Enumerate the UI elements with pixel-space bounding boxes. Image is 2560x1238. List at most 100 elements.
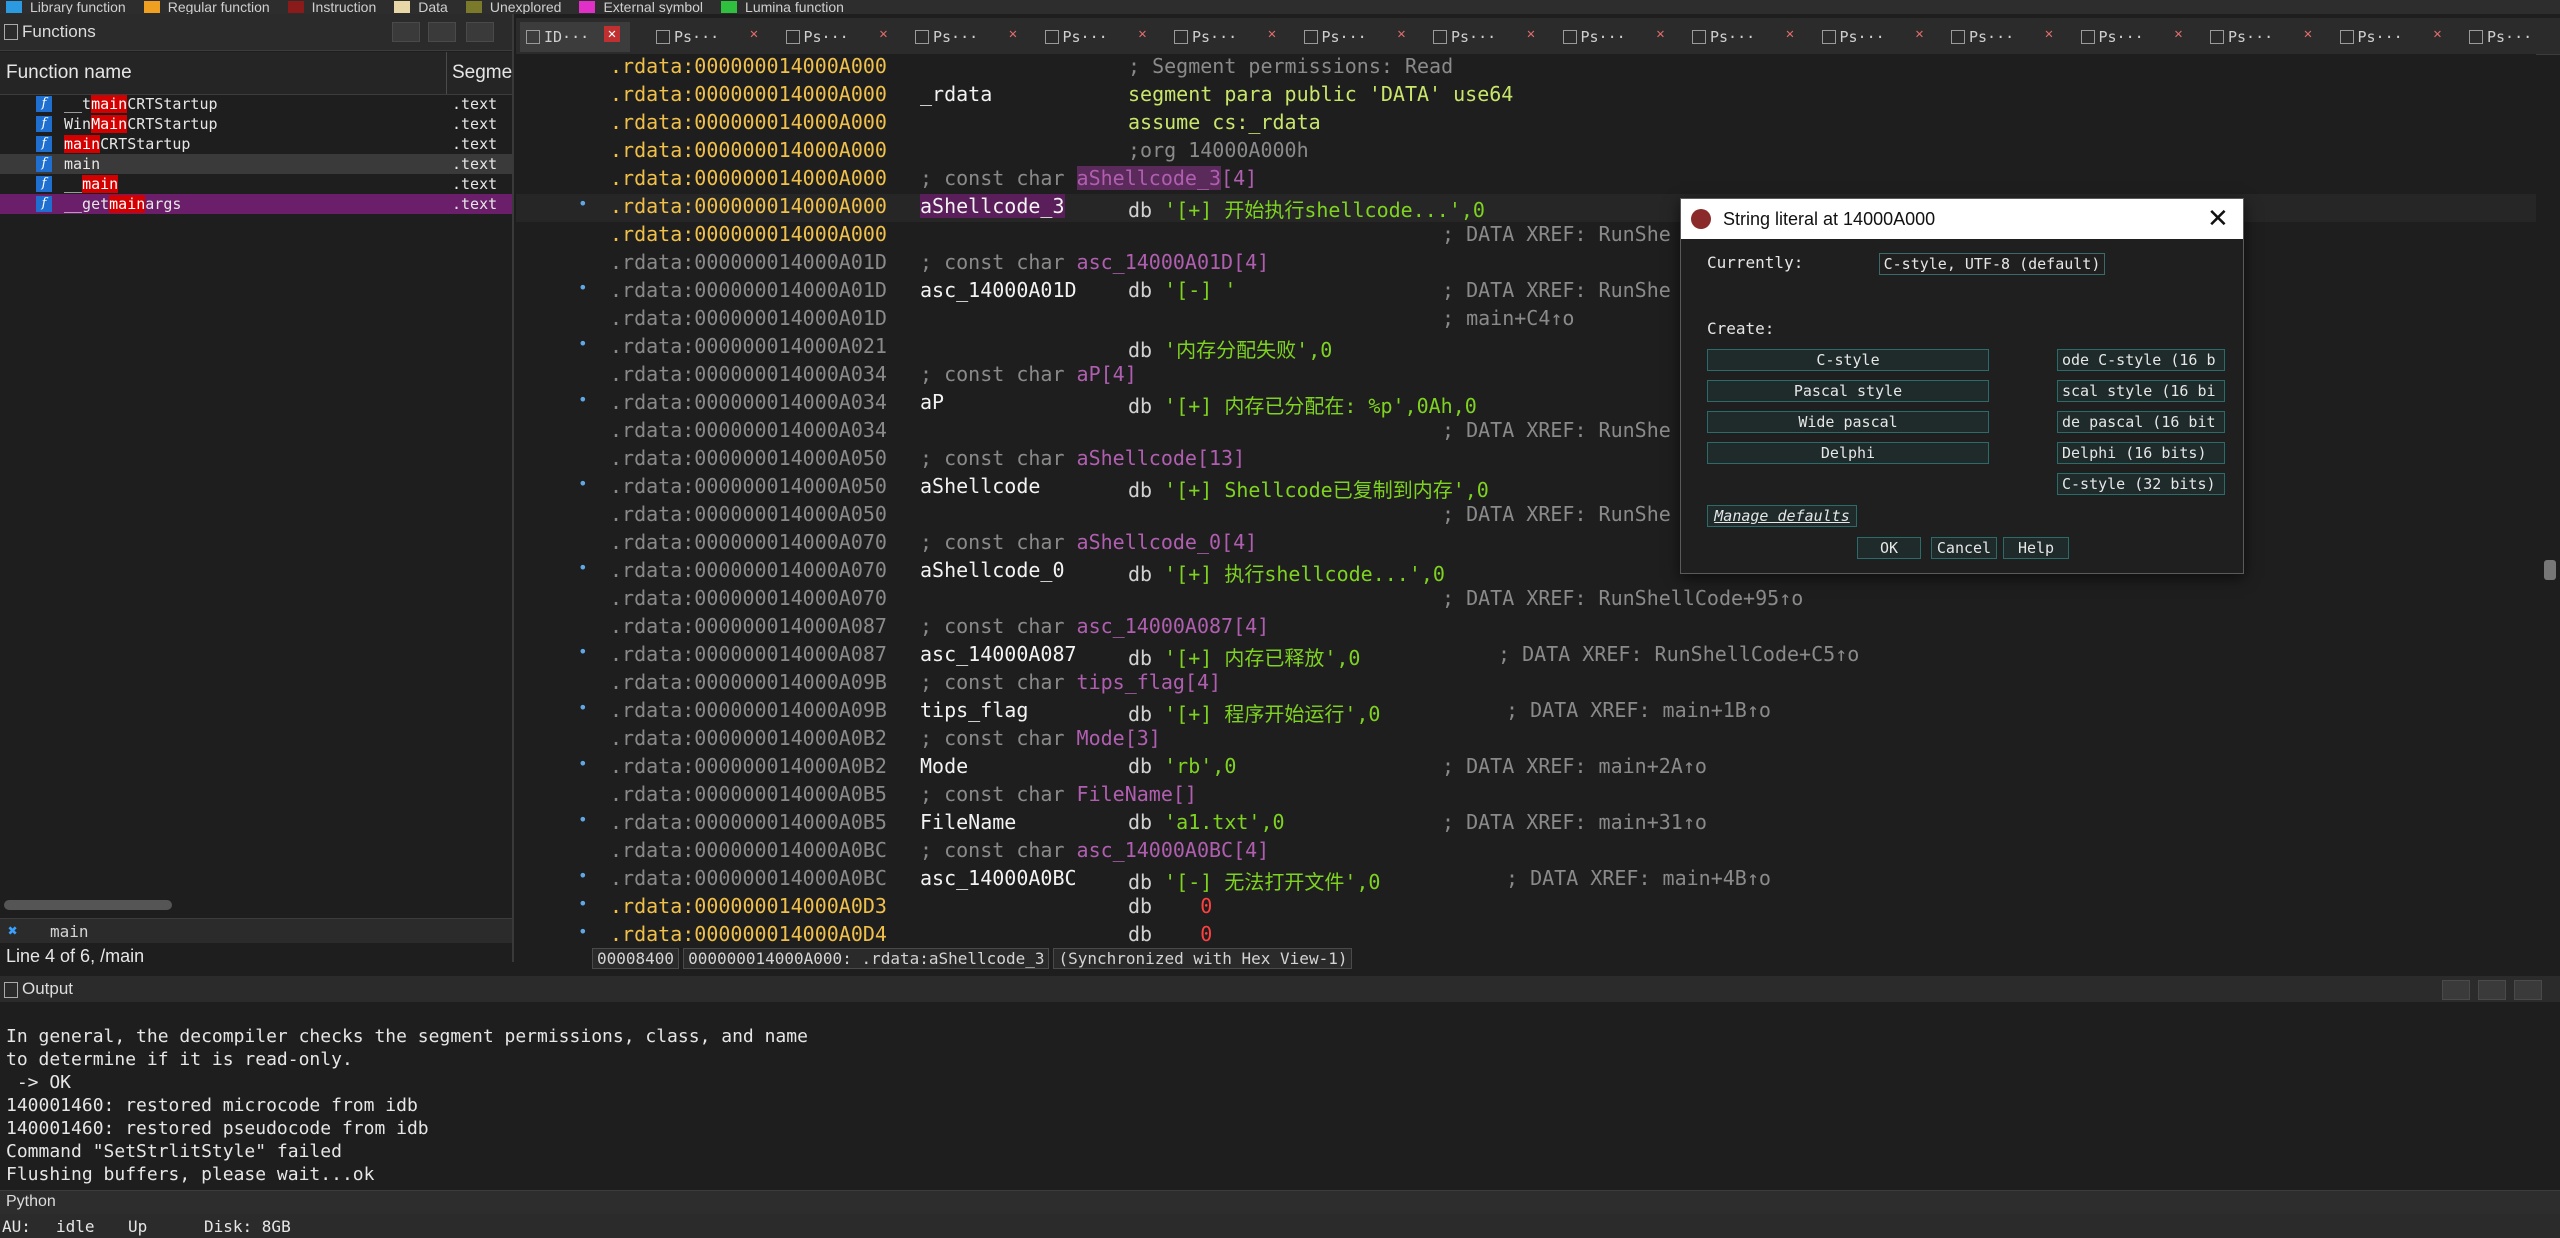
- tab-close-icon[interactable]: ✕: [2300, 26, 2316, 42]
- xref-comment[interactable]: ; DATA XREF: main+1B↑o: [1506, 698, 1771, 722]
- dialog-close-icon[interactable]: ✕: [2207, 203, 2229, 234]
- tab-close-icon[interactable]: ✕: [1653, 26, 1669, 42]
- label[interactable]: aShellcode_0: [920, 558, 1065, 582]
- label[interactable]: aP: [920, 390, 944, 414]
- disasm-line[interactable]: .rdata:000000014000A0B2 ; const char Mode…: [516, 726, 2536, 754]
- tab-close-icon[interactable]: ✕: [1135, 26, 1151, 42]
- manage-defaults-button[interactable]: Manage defaults: [1707, 505, 1857, 527]
- create-wide-2-button[interactable]: de pascal (16 bit: [2057, 411, 2225, 433]
- column-function-name[interactable]: Function name: [6, 62, 132, 84]
- pane-close-button[interactable]: [466, 22, 494, 42]
- view-tab[interactable]: Ps··· ✕: [909, 22, 1029, 52]
- label[interactable]: asc_14000A0BC: [920, 866, 1077, 890]
- create-pascal-style-button[interactable]: Pascal style: [1707, 380, 1989, 402]
- disasm-line[interactable]: • .rdata:000000014000A0B2 Mode db 'rb',0 ; D…: [516, 754, 2536, 782]
- view-tab[interactable]: Ps··· ✕: [2334, 22, 2454, 52]
- xref-comment[interactable]: ; DATA XREF: RunShellCode+C5↑o: [1498, 642, 1859, 666]
- view-tab[interactable]: Ps··· ✕: [1557, 22, 1677, 52]
- column-divider[interactable]: [446, 52, 447, 94]
- xref-comment[interactable]: ; DATA XREF: main+2A↑o: [1442, 754, 1707, 778]
- help-button[interactable]: Help: [2003, 537, 2069, 559]
- functions-hscrollbar[interactable]: [4, 900, 172, 910]
- label[interactable]: FileName: [920, 810, 1016, 834]
- xref-comment[interactable]: ; DATA XREF: RunShe: [1442, 222, 1671, 246]
- disasm-line[interactable]: .rdata:000000014000A000 _rdata segment par…: [516, 82, 2536, 110]
- disasm-line[interactable]: .rdata:000000014000A0BC ; const char asc_…: [516, 838, 2536, 866]
- output-float-button[interactable]: [2442, 980, 2470, 1000]
- function-row[interactable]: f main .text: [0, 154, 512, 174]
- column-segment[interactable]: Segme: [452, 62, 512, 84]
- tab-close-icon[interactable]: ✕: [1264, 26, 1280, 42]
- disasm-line[interactable]: • .rdata:000000014000A087 asc_14000A087 db …: [516, 642, 2536, 670]
- create-wide-pascal-button[interactable]: Wide pascal: [1707, 411, 1989, 433]
- view-tab[interactable]: Ps··· ✕: [2204, 22, 2324, 52]
- xref-comment[interactable]: ; DATA XREF: RunShe: [1442, 502, 1671, 526]
- output-close-button[interactable]: [2514, 980, 2542, 1000]
- tab-close-icon[interactable]: ✕: [746, 26, 762, 42]
- tab-close-icon[interactable]: ✕: [1523, 26, 1539, 42]
- disasm-line[interactable]: • .rdata:000000014000A09B tips_flag db '[+]…: [516, 698, 2536, 726]
- view-tab[interactable]: Ps··· ✕: [1039, 22, 1159, 52]
- label[interactable]: Mode: [920, 754, 968, 778]
- label[interactable]: tips_flag: [920, 698, 1028, 722]
- view-tab[interactable]: Ps··· ✕: [650, 22, 770, 52]
- close-filter-icon[interactable]: ✖: [8, 921, 18, 940]
- filter-text[interactable]: main: [50, 922, 89, 941]
- output-dock-button[interactable]: [2478, 980, 2506, 1000]
- pane-float-button[interactable]: [392, 22, 420, 42]
- disasm-line[interactable]: .rdata:000000014000A070 ; DATA XREF: RunS…: [516, 586, 2536, 614]
- view-tab[interactable]: Ps··· ✕: [1686, 22, 1806, 52]
- view-tab[interactable]: Ps··· ✕: [1816, 22, 1936, 52]
- xref-comment[interactable]: ; DATA XREF: RunShellCode+95↑o: [1442, 586, 1803, 610]
- function-row[interactable]: f __tmainCRTStartup .text: [0, 94, 512, 114]
- function-row[interactable]: f WinMainCRTStartup .text: [0, 114, 512, 134]
- tab-close-icon[interactable]: ✕: [1394, 26, 1410, 42]
- view-tab[interactable]: Ps··· ✕: [2075, 22, 2195, 52]
- disasm-line[interactable]: .rdata:000000014000A000 ; Segment permiss…: [516, 54, 2536, 82]
- tab-close-icon[interactable]: ✕: [604, 26, 620, 42]
- xref-comment[interactable]: ; main+C4↑o: [1442, 306, 1574, 330]
- label[interactable]: _rdata: [920, 82, 992, 106]
- disasm-line[interactable]: .rdata:000000014000A000 assume cs:_rdata: [516, 110, 2536, 138]
- tab-close-icon[interactable]: ✕: [1912, 26, 1928, 42]
- tab-close-icon[interactable]: ✕: [2041, 26, 2057, 42]
- disasm-line[interactable]: .rdata:000000014000A000 ; const char aShe…: [516, 166, 2536, 194]
- xref-comment[interactable]: ; DATA XREF: main+31↑o: [1442, 810, 1707, 834]
- python-label[interactable]: Python: [6, 1193, 56, 1211]
- tab-close-icon[interactable]: ✕: [1005, 26, 1021, 42]
- function-row[interactable]: f __getmainargs .text: [0, 194, 512, 214]
- view-tab[interactable]: Ps··· ✕: [1298, 22, 1418, 52]
- label[interactable]: aShellcode: [920, 474, 1040, 498]
- disassembly-vscrollbar[interactable]: [2544, 560, 2556, 580]
- function-row[interactable]: f __main .text: [0, 174, 512, 194]
- ok-button[interactable]: OK: [1857, 537, 1921, 559]
- create-wide-1-button[interactable]: scal style (16 bi: [2057, 380, 2225, 402]
- create-wide-3-button[interactable]: Delphi (16 bits): [2057, 442, 2225, 464]
- disasm-line[interactable]: .rdata:000000014000A09B ; const char tips…: [516, 670, 2536, 698]
- label[interactable]: aShellcode_3: [920, 194, 1065, 218]
- view-tab[interactable]: Ps··· ✕: [1945, 22, 2065, 52]
- label[interactable]: asc_14000A01D: [920, 278, 1077, 302]
- function-row[interactable]: f mainCRTStartup .text: [0, 134, 512, 154]
- pane-dock-button[interactable]: [428, 22, 456, 42]
- xref-comment[interactable]: ; DATA XREF: RunShe: [1442, 418, 1671, 442]
- disasm-line[interactable]: .rdata:000000014000A087 ; const char asc_…: [516, 614, 2536, 642]
- tab-close-icon[interactable]: ✕: [1782, 26, 1798, 42]
- cancel-button[interactable]: Cancel: [1931, 537, 1997, 559]
- disasm-line[interactable]: • .rdata:000000014000A0D4 db 0: [516, 922, 2536, 950]
- xref-comment[interactable]: ; DATA XREF: main+4B↑o: [1506, 866, 1771, 890]
- view-tab[interactable]: Ps··· ✕: [1168, 22, 1288, 52]
- disasm-line[interactable]: .rdata:000000014000A0B5 ; const char File…: [516, 782, 2536, 810]
- create-c-style-button[interactable]: C-style: [1707, 349, 1989, 371]
- disasm-line[interactable]: • .rdata:000000014000A0B5 FileName db 'a1.t…: [516, 810, 2536, 838]
- disasm-line[interactable]: • .rdata:000000014000A0D3 db 0: [516, 894, 2536, 922]
- python-bar[interactable]: Python: [0, 1190, 2560, 1215]
- disasm-line[interactable]: • .rdata:000000014000A0BC asc_14000A0BC db …: [516, 866, 2536, 894]
- xref-comment[interactable]: ; DATA XREF: RunShe: [1442, 278, 1671, 302]
- view-tab[interactable]: Ps··· ✕: [780, 22, 900, 52]
- create-delphi-button[interactable]: Delphi: [1707, 442, 1989, 464]
- tab-close-icon[interactable]: ✕: [2171, 26, 2187, 42]
- output-window[interactable]: In general, the decompiler checks the se…: [0, 1004, 2560, 1188]
- create-wide-0-button[interactable]: ode C-style (16 b: [2057, 349, 2225, 371]
- view-tab[interactable]: Ps··· ✕: [1427, 22, 1547, 52]
